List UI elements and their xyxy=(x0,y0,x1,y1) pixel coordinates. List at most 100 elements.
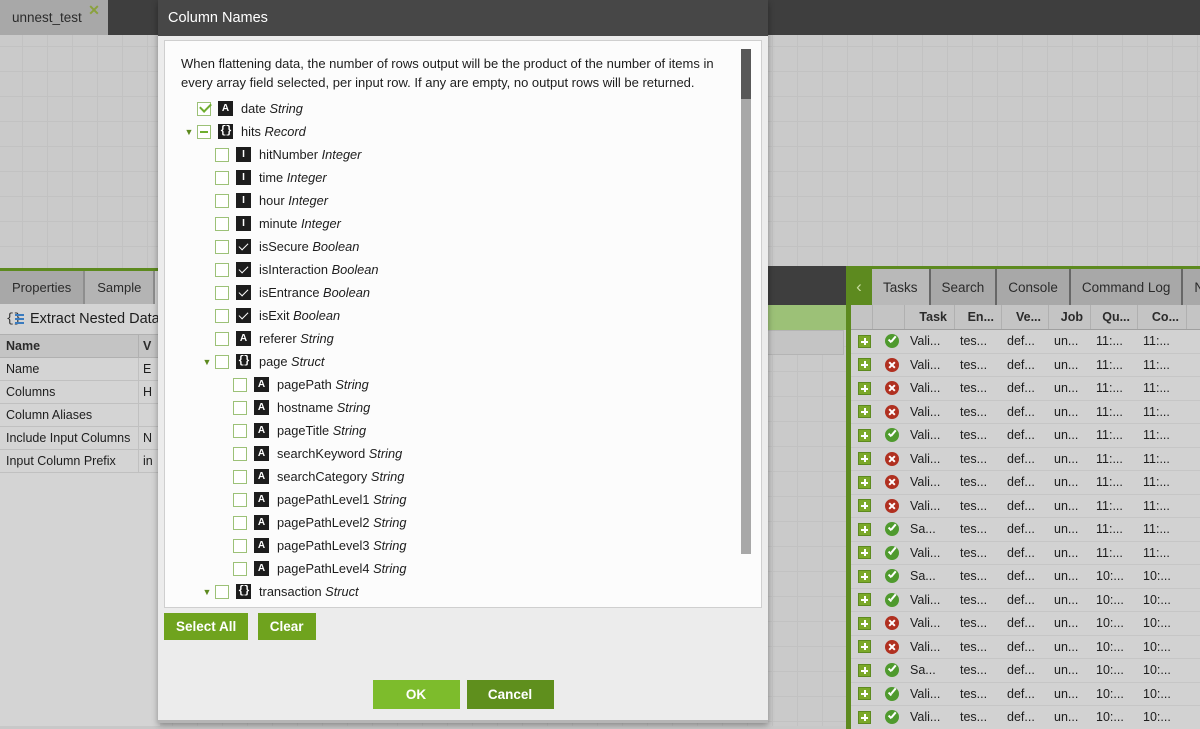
checkbox-hits[interactable] xyxy=(197,124,211,139)
tree-node-isEntrance[interactable]: isEntrance Boolean xyxy=(165,281,745,304)
tab-search[interactable]: Search xyxy=(930,269,998,305)
status-badge[interactable] xyxy=(873,354,905,377)
expand-row-button[interactable] xyxy=(851,448,873,471)
tree-node-pageTitle[interactable]: ApageTitle String xyxy=(165,419,745,442)
expand-row-button[interactable] xyxy=(851,659,873,682)
tree-node-searchCategory[interactable]: AsearchCategory String xyxy=(165,465,745,488)
status-badge[interactable] xyxy=(873,495,905,518)
tree-node-pagePathLevel3[interactable]: ApagePathLevel3 String xyxy=(165,534,745,557)
checkbox-time[interactable] xyxy=(215,170,229,185)
status-badge[interactable] xyxy=(873,401,905,424)
checkbox-pageTitle[interactable] xyxy=(233,423,247,438)
plus-icon[interactable] xyxy=(858,546,871,560)
status-badge[interactable] xyxy=(873,612,905,635)
chevron-down-icon[interactable]: ▼ xyxy=(181,127,197,137)
ok-button[interactable]: OK xyxy=(372,680,460,709)
table-row[interactable]: Vali... tes... def... un... 11:... 11:... xyxy=(851,494,1200,518)
table-row[interactable]: Vali... tes... def... un... 11:... 11:... xyxy=(851,447,1200,471)
tree-node-searchKeyword[interactable]: AsearchKeyword String xyxy=(165,442,745,465)
table-row[interactable]: Vali... tes... def... un... 10:... 10:... xyxy=(851,588,1200,612)
checkbox-referer[interactable] xyxy=(215,331,229,346)
expand-row-button[interactable] xyxy=(851,377,873,400)
expand-row-button[interactable] xyxy=(851,542,873,565)
plus-icon[interactable] xyxy=(858,593,871,607)
expand-row-button[interactable] xyxy=(851,354,873,377)
table-row[interactable]: Vali... tes... def... un... 11:... 11:... xyxy=(851,424,1200,448)
tree-node-isSecure[interactable]: isSecure Boolean xyxy=(165,235,745,258)
checkbox-hitNumber[interactable] xyxy=(215,147,229,162)
checkbox-pagePathLevel2[interactable] xyxy=(233,515,247,530)
expand-row-button[interactable] xyxy=(851,612,873,635)
status-badge[interactable] xyxy=(873,330,905,353)
tree-node-transaction[interactable]: ▼ {} transaction Struct xyxy=(165,580,745,603)
tasks-table-column-header[interactable]: Qu... xyxy=(1091,305,1138,329)
checkbox-pagePathLevel1[interactable] xyxy=(233,492,247,507)
plus-icon[interactable] xyxy=(858,687,871,701)
expand-row-button[interactable] xyxy=(851,518,873,541)
table-row[interactable]: Vali... tes... def... un... 10:... 10:... xyxy=(851,682,1200,706)
chevron-down-icon[interactable]: ▼ xyxy=(199,587,215,597)
expand-row-button[interactable] xyxy=(851,471,873,494)
plus-icon[interactable] xyxy=(858,640,871,654)
expand-row-button[interactable] xyxy=(851,401,873,424)
column-tree-scrollbar[interactable] xyxy=(741,49,751,554)
status-badge[interactable] xyxy=(873,377,905,400)
expand-row-button[interactable] xyxy=(851,589,873,612)
table-row[interactable]: Vali... tes... def... un... 10:... 10:... xyxy=(851,635,1200,659)
checkbox-hour[interactable] xyxy=(215,193,229,208)
plus-icon[interactable] xyxy=(858,663,871,677)
expand-row-button[interactable] xyxy=(851,683,873,706)
expand-row-button[interactable] xyxy=(851,495,873,518)
table-row[interactable]: Sa... tes... def... un... 10:... 10:... xyxy=(851,659,1200,683)
tree-node-hitNumber[interactable]: IhitNumber Integer xyxy=(165,143,745,166)
plus-icon[interactable] xyxy=(858,710,871,724)
table-row[interactable]: Sa... tes... def... un... 11:... 11:... xyxy=(851,518,1200,542)
status-badge[interactable] xyxy=(873,636,905,659)
chevron-down-icon[interactable]: ▼ xyxy=(199,357,215,367)
checkbox-searchCategory[interactable] xyxy=(233,469,247,484)
status-badge[interactable] xyxy=(873,589,905,612)
tree-node-isExit[interactable]: isExit Boolean xyxy=(165,304,745,327)
table-row[interactable]: Vali... tes... def... un... 11:... 11:... xyxy=(851,400,1200,424)
tasks-table-column-header[interactable]: Co... xyxy=(1138,305,1187,329)
table-row[interactable]: Vali... tes... def... un... 10:... 10:... xyxy=(851,612,1200,636)
plus-icon[interactable] xyxy=(858,381,871,395)
scrollbar-thumb[interactable] xyxy=(741,49,751,99)
checkbox-isSecure[interactable] xyxy=(215,239,229,254)
tasks-table-column-header[interactable]: Job xyxy=(1049,305,1091,329)
property-row[interactable]: Columns H xyxy=(0,381,160,404)
status-badge[interactable] xyxy=(873,706,905,729)
table-row[interactable]: Vali... tes... def... un... 11:... 11:... xyxy=(851,353,1200,377)
tree-node-pagePathLevel1[interactable]: ApagePathLevel1 String xyxy=(165,488,745,511)
checkbox-pagePathLevel3[interactable] xyxy=(233,538,247,553)
status-badge[interactable] xyxy=(873,448,905,471)
checkbox-isEntrance[interactable] xyxy=(215,285,229,300)
table-row[interactable]: Vali... tes... def... un... 11:... 11:... xyxy=(851,330,1200,354)
cancel-button[interactable]: Cancel xyxy=(466,680,554,709)
expand-row-button[interactable] xyxy=(851,706,873,729)
checkbox-hostname[interactable] xyxy=(233,400,247,415)
properties-tab-properties[interactable]: Properties xyxy=(0,271,86,304)
plus-icon[interactable] xyxy=(858,499,871,513)
status-badge[interactable] xyxy=(873,659,905,682)
tasks-table-column-header[interactable]: En... xyxy=(955,305,1002,329)
tab-tasks[interactable]: Tasks xyxy=(872,269,931,305)
tasks-table-column-header[interactable] xyxy=(851,305,873,329)
checkbox-date[interactable] xyxy=(197,101,211,116)
property-row[interactable]: Name E xyxy=(0,358,160,381)
tree-node-hostname[interactable]: Ahostname String xyxy=(165,396,745,419)
close-icon[interactable]: ✕ xyxy=(88,3,100,17)
tree-node-hour[interactable]: Ihour Integer xyxy=(165,189,745,212)
tab-no[interactable]: No xyxy=(1183,269,1200,305)
checkbox-pagePathLevel4[interactable] xyxy=(233,561,247,576)
checkbox-isExit[interactable] xyxy=(215,308,229,323)
expand-row-button[interactable] xyxy=(851,636,873,659)
status-badge[interactable] xyxy=(873,565,905,588)
status-badge[interactable] xyxy=(873,542,905,565)
tree-node-pagePathLevel2[interactable]: ApagePathLevel2 String xyxy=(165,511,745,534)
table-row[interactable]: Vali... tes... def... un... 11:... 11:... xyxy=(851,471,1200,495)
tree-node-pagePath[interactable]: ApagePath String xyxy=(165,373,745,396)
plus-icon[interactable] xyxy=(858,616,871,630)
plus-icon[interactable] xyxy=(858,428,871,442)
column-tree[interactable]: Adate String ▼ {} hits Record IhitNumber Int… xyxy=(165,97,745,605)
